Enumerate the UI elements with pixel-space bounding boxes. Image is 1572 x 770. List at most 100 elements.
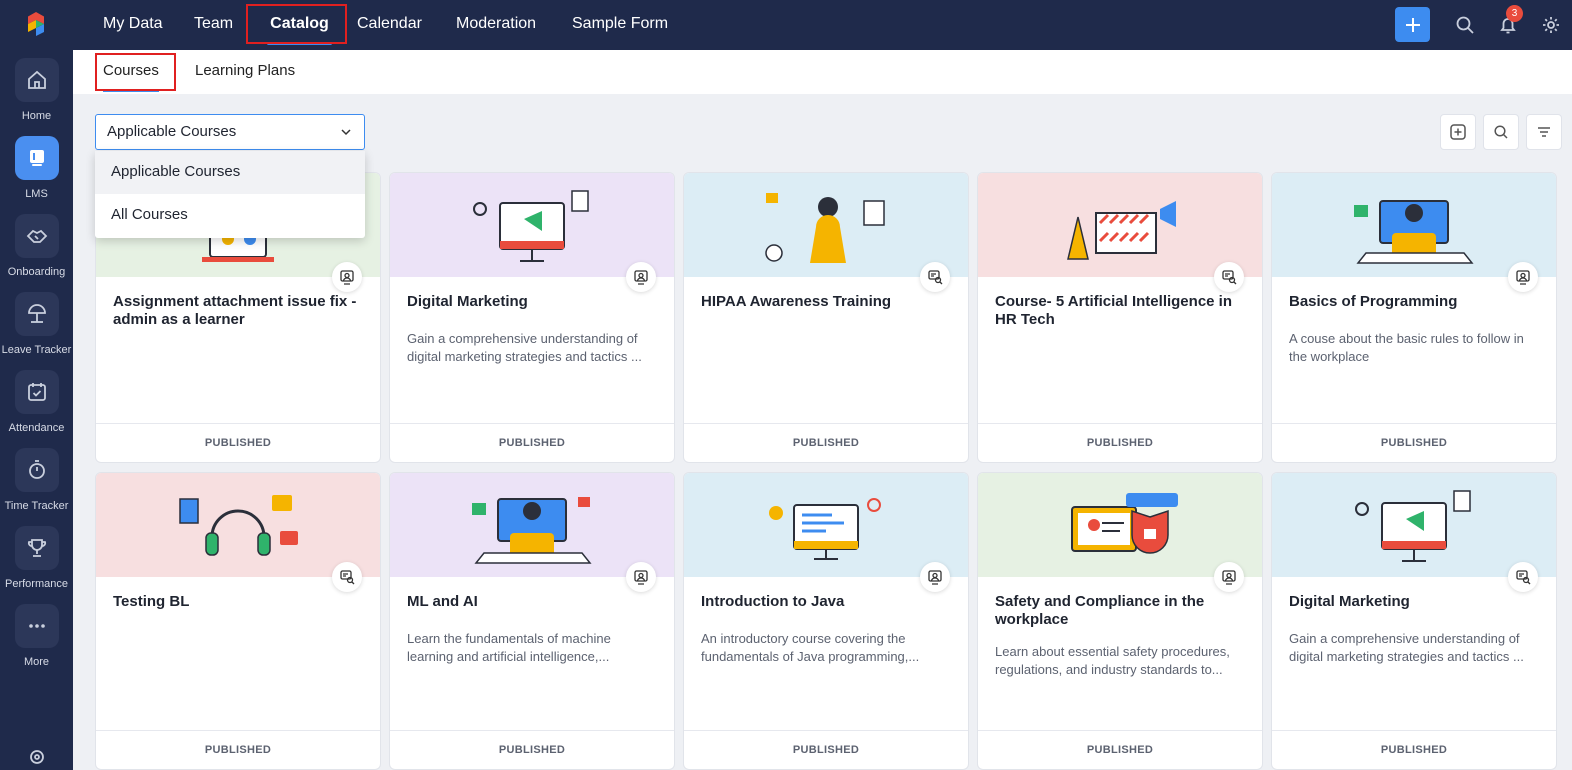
course-status: PUBLISHED — [390, 423, 674, 462]
support-headset-illustration-icon — [179, 495, 298, 556]
course-card[interactable]: Safety and Compliance in the workplace L… — [977, 472, 1263, 770]
sidebar-item-label: More — [23, 656, 50, 668]
stopwatch-icon — [14, 448, 59, 492]
course-type-badge — [920, 262, 950, 292]
gear-icon — [1542, 16, 1559, 33]
left-sidebar: Home LMS Onboarding Leave Tracker Attend… — [0, 0, 73, 770]
course-title: Assignment attachment issue fix - admin … — [113, 293, 357, 328]
marketing-illustration-icon — [473, 190, 589, 262]
course-filter-select[interactable]: Applicable Courses — [95, 114, 365, 150]
search-button[interactable] — [1447, 7, 1482, 42]
course-thumbnail — [684, 173, 968, 277]
presentation-icon — [1516, 270, 1530, 285]
tab-my-data[interactable]: My Data — [103, 0, 163, 48]
course-status: PUBLISHED — [1272, 730, 1556, 769]
tab-learning-plans[interactable]: Learning Plans — [195, 50, 295, 94]
sidebar-item-leave-tracker[interactable]: Leave Tracker — [0, 292, 73, 370]
course-card[interactable]: Digital Marketing Gain a comprehensive u… — [389, 172, 675, 463]
sidebar-item-label: Attendance — [8, 422, 65, 434]
sidebar-item-home[interactable]: Home — [0, 58, 73, 136]
sidebar-item-label: Time Tracker — [4, 500, 69, 512]
document-search-icon — [928, 270, 943, 285]
course-title: Testing BL — [113, 593, 190, 610]
course-type-badge — [332, 562, 362, 592]
self-paced-badge — [332, 262, 362, 292]
tab-sample-form[interactable]: Sample Form — [572, 0, 668, 48]
sidebar-item-lms[interactable]: LMS — [0, 136, 73, 214]
search-courses-button[interactable] — [1483, 114, 1519, 150]
course-type-badge — [1508, 562, 1538, 592]
course-description: Learn about essential safety procedures,… — [995, 644, 1230, 677]
course-description: Gain a comprehensive understanding of di… — [407, 331, 642, 364]
lms-icon — [14, 136, 59, 180]
add-button[interactable] — [1395, 7, 1430, 42]
course-thumbnail — [390, 173, 674, 277]
course-status: PUBLISHED — [1272, 423, 1556, 462]
sidebar-item-settings-partial[interactable] — [0, 740, 73, 770]
course-thumbnail — [1272, 173, 1556, 277]
sidebar-item-label: LMS — [25, 188, 48, 200]
sidebar-item-label: Home — [21, 110, 52, 122]
presentation-icon — [634, 270, 648, 285]
course-card[interactable]: HIPAA Awareness Training PUBLISHED — [683, 172, 969, 463]
add-square-icon — [1450, 124, 1466, 140]
search-icon — [1494, 125, 1508, 139]
calendar-check-icon — [14, 370, 59, 414]
course-card[interactable]: ML and AI Learn the fundamentals of mach… — [389, 472, 675, 770]
course-type-badge — [1214, 262, 1244, 292]
course-title: Course- 5 Artificial Intelligence in HR … — [995, 293, 1232, 328]
course-title: Safety and Compliance in the workplace — [995, 593, 1205, 628]
sidebar-item-onboarding[interactable]: Onboarding — [0, 214, 73, 292]
course-title: Digital Marketing — [1289, 593, 1410, 610]
course-card[interactable]: Course- 5 Artificial Intelligence in HR … — [977, 172, 1263, 463]
course-card[interactable]: Digital Marketing Gain a comprehensive u… — [1271, 472, 1557, 770]
add-course-button[interactable] — [1440, 114, 1476, 150]
settings-button[interactable] — [1533, 7, 1568, 42]
roadblock-illustration-icon — [1067, 201, 1176, 260]
tab-moderation[interactable]: Moderation — [456, 0, 536, 48]
sidebar-item-label: Leave Tracker — [1, 344, 72, 356]
sidebar-item-performance[interactable]: Performance — [0, 526, 73, 604]
tab-calendar[interactable]: Calendar — [357, 0, 422, 48]
beach-umbrella-icon — [14, 292, 59, 336]
hipaa-illustration-icon — [765, 193, 885, 263]
trophy-icon — [14, 526, 59, 570]
security-shield-illustration-icon — [1071, 493, 1178, 554]
course-status: PUBLISHED — [96, 423, 380, 462]
sidebar-item-attendance[interactable]: Attendance — [0, 370, 73, 448]
sidebar-item-label: Performance — [5, 578, 68, 590]
course-status: PUBLISHED — [978, 423, 1262, 462]
chevron-down-icon — [341, 129, 351, 136]
app-logo-icon[interactable] — [22, 10, 50, 38]
course-card[interactable]: Introduction to Java An introductory cou… — [683, 472, 969, 770]
course-card[interactable]: Basics of Programming A couse about the … — [1271, 172, 1557, 463]
course-thumbnail — [978, 173, 1262, 277]
document-search-icon — [1516, 570, 1531, 585]
search-icon — [1456, 16, 1474, 34]
gear-outline-icon — [15, 740, 59, 770]
ml-ai-illustration-icon — [472, 497, 592, 564]
self-paced-badge — [1508, 262, 1538, 292]
course-status: PUBLISHED — [96, 730, 380, 769]
course-description: Learn the fundamentals of machine learni… — [407, 631, 611, 664]
notification-count-badge: 3 — [1506, 5, 1523, 22]
sidebar-item-more[interactable]: More — [0, 604, 73, 682]
course-title: HIPAA Awareness Training — [701, 293, 892, 310]
dropdown-option-all-courses[interactable]: All Courses — [95, 194, 365, 237]
dropdown-option-applicable-courses[interactable]: Applicable Courses — [95, 151, 365, 194]
filter-button[interactable] — [1526, 114, 1562, 150]
course-filter-value: Applicable Courses — [107, 123, 237, 140]
course-status: PUBLISHED — [684, 423, 968, 462]
course-card[interactable]: Testing BL PUBLISHED — [95, 472, 381, 770]
course-title: Digital Marketing — [407, 293, 528, 310]
tab-team[interactable]: Team — [194, 0, 233, 48]
course-description: An introductory course covering the fund… — [701, 631, 920, 664]
more-dots-icon — [14, 604, 59, 648]
sidebar-item-time-tracker[interactable]: Time Tracker — [0, 448, 73, 526]
course-filter-dropdown: Applicable Courses All Courses — [95, 151, 365, 238]
highlight-box-courses — [95, 53, 176, 91]
notifications-button[interactable]: 3 — [1490, 5, 1525, 42]
plus-icon — [1405, 17, 1420, 32]
course-title: ML and AI — [407, 593, 478, 610]
sub-navigation: Courses Learning Plans — [73, 50, 1572, 94]
